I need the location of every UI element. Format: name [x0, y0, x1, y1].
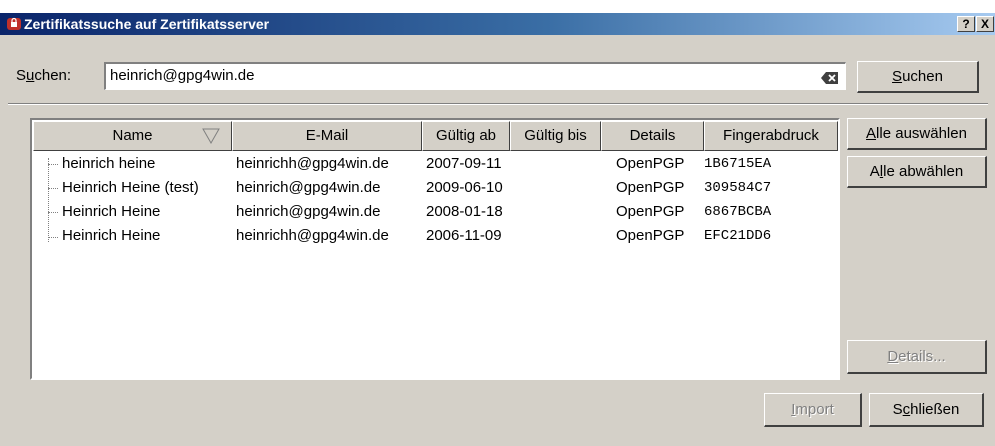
- help-button[interactable]: ?: [957, 16, 975, 32]
- row-valid-from: 2007-09-11: [426, 155, 502, 172]
- dialog-window: Zertifikatssuche auf Zertifikatsserver ?…: [0, 0, 995, 446]
- column-header-email[interactable]: E-Mail: [232, 121, 422, 151]
- row-valid-from: 2006-11-09: [426, 227, 502, 244]
- tree-line: [48, 158, 49, 242]
- row-fingerprint: 1B6715EA: [704, 156, 772, 172]
- row-valid-from: 2008-01-18: [426, 203, 503, 220]
- title-bar[interactable]: Zertifikatssuche auf Zertifikatsserver ?…: [0, 13, 995, 35]
- sort-descending-icon: [202, 128, 220, 144]
- select-all-mnemonic: A: [866, 125, 877, 142]
- row-email: heinrichh@gpg4win.de: [236, 155, 389, 172]
- row-name: heinrich heine: [62, 155, 156, 172]
- import-label: mport: [795, 401, 834, 418]
- column-header-name[interactable]: Name: [33, 121, 232, 151]
- row-details: OpenPGP: [616, 227, 685, 244]
- separator: [8, 103, 988, 105]
- close-window-button[interactable]: X: [976, 16, 994, 32]
- search-button[interactable]: Suchen: [857, 61, 979, 93]
- close-label: hließen: [910, 401, 960, 418]
- row-details: OpenPGP: [616, 155, 685, 172]
- row-valid-from: 2009-06-10: [426, 179, 503, 196]
- import-button[interactable]: Import: [764, 393, 862, 427]
- deselect-all-button[interactable]: Alle abwählen: [847, 156, 987, 188]
- column-header-details[interactable]: Details: [601, 121, 704, 151]
- row-details: OpenPGP: [616, 203, 685, 220]
- top-strip: [0, 0, 995, 13]
- row-fingerprint: 6867BCBA: [704, 204, 772, 220]
- details-button[interactable]: Details...: [847, 340, 987, 374]
- column-header-valid-to[interactable]: Gültig bis: [510, 121, 601, 151]
- row-name: Heinrich Heine (test): [62, 179, 199, 196]
- details-label: etails...: [898, 348, 946, 365]
- search-label-suffix: chen:: [34, 67, 72, 84]
- row-email: heinrichh@gpg4win.de: [236, 227, 389, 244]
- select-all-button[interactable]: Alle auswählen: [847, 118, 987, 150]
- row-details: OpenPGP: [616, 179, 685, 196]
- row-fingerprint: EFC21DD6: [704, 228, 772, 244]
- row-name: Heinrich Heine: [62, 227, 161, 244]
- tree-branch: [48, 188, 58, 189]
- column-header-name-label: Name: [112, 127, 153, 144]
- search-label-prefix: S: [16, 67, 27, 84]
- certificate-list[interactable]: Name E-Mail Gültig ab Gültig bis Details…: [30, 118, 840, 380]
- column-header-fingerprint[interactable]: Fingerabdruck: [704, 121, 838, 151]
- close-button[interactable]: Schließen: [869, 393, 984, 427]
- column-header-valid-from[interactable]: Gültig ab: [422, 121, 510, 151]
- select-all-label: lle auswählen: [876, 125, 967, 142]
- clear-search-icon[interactable]: [820, 70, 840, 86]
- tree-branch: [48, 237, 58, 238]
- row-fingerprint: 309584C7: [704, 180, 772, 196]
- tree-branch: [48, 164, 58, 165]
- search-button-mnemonic: S: [892, 68, 903, 85]
- deselect-all-label: le abwählen: [883, 163, 964, 180]
- search-input-value: heinrich@gpg4win.de: [110, 67, 255, 84]
- deselect-all-first: A: [869, 163, 880, 180]
- search-input[interactable]: heinrich@gpg4win.de: [104, 62, 846, 90]
- tree-branch: [48, 212, 58, 213]
- details-mnemonic: D: [887, 348, 899, 365]
- search-label: Suchen:: [16, 67, 71, 84]
- row-email: heinrich@gpg4win.de: [236, 203, 381, 220]
- close-first: S: [892, 401, 903, 418]
- app-icon: [7, 17, 21, 30]
- row-name: Heinrich Heine: [62, 203, 161, 220]
- row-email: heinrich@gpg4win.de: [236, 179, 381, 196]
- search-button-label: uchen: [902, 68, 943, 85]
- window-title: Zertifikatssuche auf Zertifikatsserver: [24, 16, 270, 32]
